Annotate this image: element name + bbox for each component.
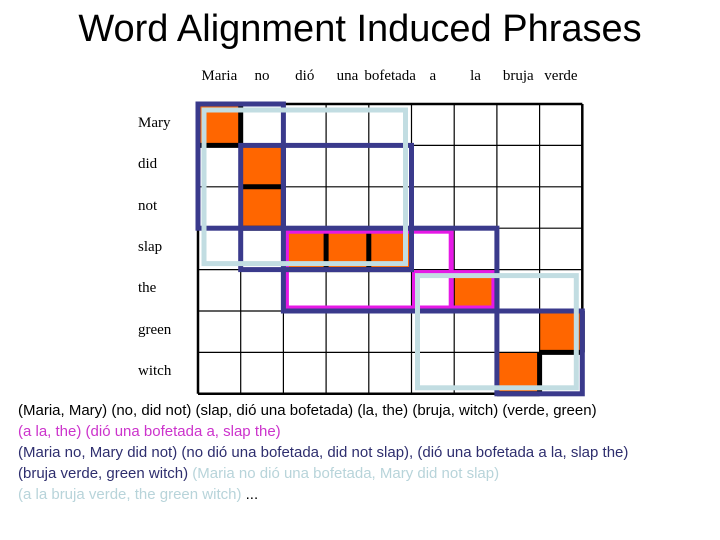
phrase-pair-text: (a la bruja verde, the green witch) bbox=[18, 486, 246, 503]
phrase-pair-text: (bruja verde, green witch) bbox=[18, 465, 193, 482]
phrase-pair-line: (Maria no, Mary did not) (no dió una bof… bbox=[18, 442, 628, 463]
phrase-pair-text: (Maria, Mary) (no, did not) (slap, dió u… bbox=[18, 402, 597, 419]
phrase-pair-line: (Maria, Mary) (no, did not) (slap, dió u… bbox=[18, 400, 628, 421]
phrase-pair-list: (Maria, Mary) (no, did not) (slap, dió u… bbox=[18, 400, 628, 505]
phrase-pair-line: (a la bruja verde, the green witch) ... bbox=[18, 484, 628, 505]
phrase-pair-text: ... bbox=[245, 486, 259, 503]
phrase-pair-text: (Maria no, Mary did not) (no dió una bof… bbox=[18, 444, 629, 461]
phrase-pair-line: (a la, the) (dió una bofetada a, slap th… bbox=[18, 421, 628, 442]
phrase-pair-line: (bruja verde, green witch) (Maria no dió… bbox=[18, 463, 628, 484]
alignment-cell bbox=[240, 145, 284, 187]
phrase-pair-text: (a la, the) (dió una bofetada a, slap th… bbox=[18, 423, 281, 440]
alignment-cell bbox=[240, 186, 284, 229]
phrase-pair-text: (Maria no dió una bofetada, Mary did not… bbox=[192, 465, 500, 482]
